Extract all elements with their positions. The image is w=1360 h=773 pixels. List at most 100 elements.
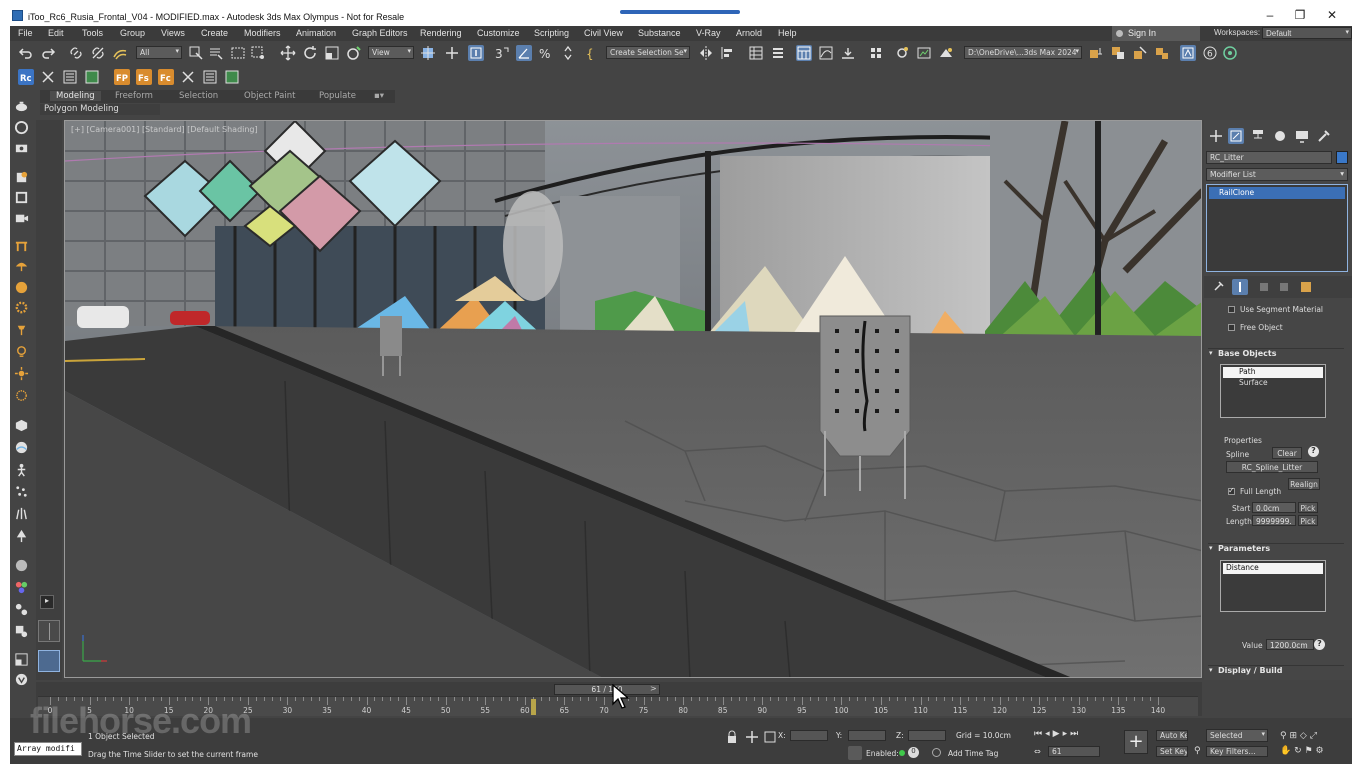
next-frame-icon[interactable]: > bbox=[650, 684, 657, 693]
material-slots-icon[interactable] bbox=[14, 602, 29, 617]
menu-views[interactable]: Views bbox=[161, 28, 185, 38]
go-to-start-icon[interactable]: ⏮ bbox=[1034, 729, 1045, 739]
select-object-icon[interactable] bbox=[188, 45, 204, 61]
menu-graph-editors[interactable]: Graph Editors bbox=[352, 28, 408, 38]
layout-single-button[interactable] bbox=[38, 650, 60, 672]
previous-key-icon[interactable]: ◂ bbox=[1045, 729, 1053, 739]
viewport-layout-icon[interactable] bbox=[14, 652, 29, 667]
menu-arnold[interactable]: Arnold bbox=[736, 28, 762, 38]
keyboard-shortcut-override-icon[interactable] bbox=[468, 45, 484, 61]
figure-icon[interactable] bbox=[14, 462, 29, 477]
close-button[interactable]: ✕ bbox=[1324, 8, 1340, 22]
tools-x-icon[interactable] bbox=[40, 69, 56, 85]
project-folder-dropdown[interactable]: D:\OneDrive\...3ds Max 2024 bbox=[964, 46, 1082, 59]
rollout-parameters[interactable]: Parameters bbox=[1208, 543, 1344, 556]
redo-icon[interactable] bbox=[40, 45, 56, 61]
current-frame-marker[interactable] bbox=[530, 699, 536, 715]
window-crossing-icon[interactable] bbox=[250, 45, 266, 61]
camera-icon[interactable] bbox=[14, 140, 29, 155]
menu-file[interactable]: File bbox=[18, 28, 33, 38]
shapes-icon[interactable] bbox=[14, 120, 29, 135]
place-icon[interactable] bbox=[346, 45, 362, 61]
video-camera-icon[interactable] bbox=[14, 210, 29, 225]
sphere-icon[interactable] bbox=[14, 440, 29, 455]
base-object-surface[interactable]: Surface bbox=[1223, 378, 1323, 389]
modify-tab-icon[interactable] bbox=[1228, 128, 1244, 144]
object-name-field[interactable]: RC_Litter bbox=[1206, 151, 1332, 164]
remove-modifier-icon[interactable] bbox=[1276, 279, 1292, 295]
align-icon[interactable] bbox=[720, 45, 736, 61]
menu-modifiers[interactable]: Modifiers bbox=[244, 28, 281, 38]
expand-layout-icon[interactable]: ▸ bbox=[40, 595, 54, 609]
configure-sets-icon[interactable] bbox=[1298, 279, 1314, 295]
select-manipulate-icon[interactable] bbox=[444, 45, 460, 61]
object-color-swatch[interactable] bbox=[1336, 151, 1348, 164]
ribbon-tab-selection[interactable]: Selection bbox=[179, 91, 218, 101]
table-object-icon[interactable] bbox=[14, 238, 29, 253]
rollout-base-objects[interactable]: Base Objects bbox=[1208, 348, 1344, 361]
paint-icon[interactable] bbox=[14, 170, 29, 185]
zoom-all-icon[interactable]: ⊞ bbox=[1289, 731, 1297, 741]
reference-coordinate-dropdown[interactable]: View bbox=[368, 46, 414, 59]
umbrella-icon[interactable] bbox=[14, 258, 29, 273]
minimize-button[interactable]: – bbox=[1262, 8, 1278, 22]
pivot-center-icon[interactable] bbox=[420, 45, 436, 61]
material-ball-icon[interactable] bbox=[14, 558, 29, 573]
create-tab-icon[interactable] bbox=[1208, 128, 1224, 144]
selection-filter-dropdown[interactable]: All bbox=[136, 46, 182, 59]
mirror-icon[interactable] bbox=[698, 45, 714, 61]
length-pick-button[interactable]: Pick bbox=[1298, 515, 1318, 526]
menu-edit[interactable]: Edit bbox=[48, 28, 64, 38]
menu-group[interactable]: Group bbox=[120, 28, 145, 38]
scale-icon[interactable] bbox=[324, 45, 340, 61]
material-browser-icon[interactable] bbox=[14, 624, 29, 639]
render-production-icon[interactable] bbox=[938, 45, 954, 61]
bind-space-warp-icon[interactable] bbox=[112, 45, 128, 61]
grass-icon[interactable] bbox=[14, 506, 29, 521]
itoo-library-icon[interactable] bbox=[1154, 45, 1170, 61]
box-icon[interactable] bbox=[14, 418, 29, 433]
forest-tools-x-icon[interactable] bbox=[180, 69, 196, 85]
gear-object-icon[interactable] bbox=[14, 300, 29, 315]
transform-type-in-icon[interactable] bbox=[762, 729, 776, 743]
menu-scripting[interactable]: Scripting bbox=[534, 28, 569, 38]
schematic-view-icon[interactable] bbox=[840, 45, 856, 61]
field-of-view-icon[interactable]: ◇ bbox=[1300, 731, 1307, 741]
spinner-snap-icon[interactable] bbox=[560, 45, 576, 61]
list-panel-icon[interactable] bbox=[62, 69, 78, 85]
ribbon-tab-populate[interactable]: Populate bbox=[319, 91, 356, 101]
forest-effects-icon[interactable]: Fs bbox=[136, 69, 152, 85]
unlink-icon[interactable] bbox=[90, 45, 106, 61]
absolute-mode-icon[interactable] bbox=[744, 729, 758, 743]
extra-tool-active-icon[interactable] bbox=[1180, 45, 1196, 61]
menu-create[interactable]: Create bbox=[201, 28, 228, 38]
free-object-checkbox[interactable] bbox=[1228, 324, 1235, 331]
auto-key-button[interactable]: Auto Key bbox=[1156, 730, 1188, 741]
ribbon-options-icon[interactable]: ▪▾ bbox=[374, 91, 384, 101]
workspaces-dropdown[interactable]: Default bbox=[1262, 27, 1352, 39]
parameter-distance[interactable]: Distance bbox=[1223, 563, 1323, 574]
rollout-display-build[interactable]: Display / Build bbox=[1208, 665, 1344, 678]
scene-explorer-icon[interactable] bbox=[748, 45, 764, 61]
ribbon-tab-object-paint[interactable]: Object Paint bbox=[244, 91, 295, 101]
light-bulb-icon[interactable] bbox=[14, 344, 29, 359]
x-coordinate-field[interactable] bbox=[790, 730, 828, 741]
layout-quad-button[interactable] bbox=[38, 620, 60, 642]
percent-snap-icon[interactable]: % bbox=[538, 45, 554, 61]
full-length-checkbox[interactable] bbox=[1228, 486, 1235, 495]
help-icon[interactable]: ? bbox=[1314, 639, 1325, 650]
value-spinner[interactable]: 1200.0cm bbox=[1266, 639, 1314, 650]
curve-editor-icon[interactable] bbox=[818, 45, 834, 61]
display-tab-icon[interactable] bbox=[1294, 128, 1310, 144]
spline-pick-button[interactable]: RC_Spline_Litter bbox=[1226, 461, 1318, 473]
tree-icon[interactable] bbox=[14, 528, 29, 543]
sun-icon[interactable] bbox=[14, 366, 29, 381]
render-setup-icon[interactable] bbox=[894, 45, 910, 61]
isolate-icon[interactable]: 0 bbox=[908, 747, 919, 758]
itoo-tool-icon[interactable] bbox=[1132, 45, 1148, 61]
viewport-label[interactable]: [+] [Camera001] [Standard] [Default Shad… bbox=[71, 125, 258, 134]
start-pick-button[interactable]: Pick bbox=[1298, 502, 1318, 513]
show-end-result-icon[interactable] bbox=[1232, 279, 1248, 295]
select-by-name-icon[interactable] bbox=[208, 45, 224, 61]
parameters-list[interactable]: Distance bbox=[1220, 560, 1326, 612]
